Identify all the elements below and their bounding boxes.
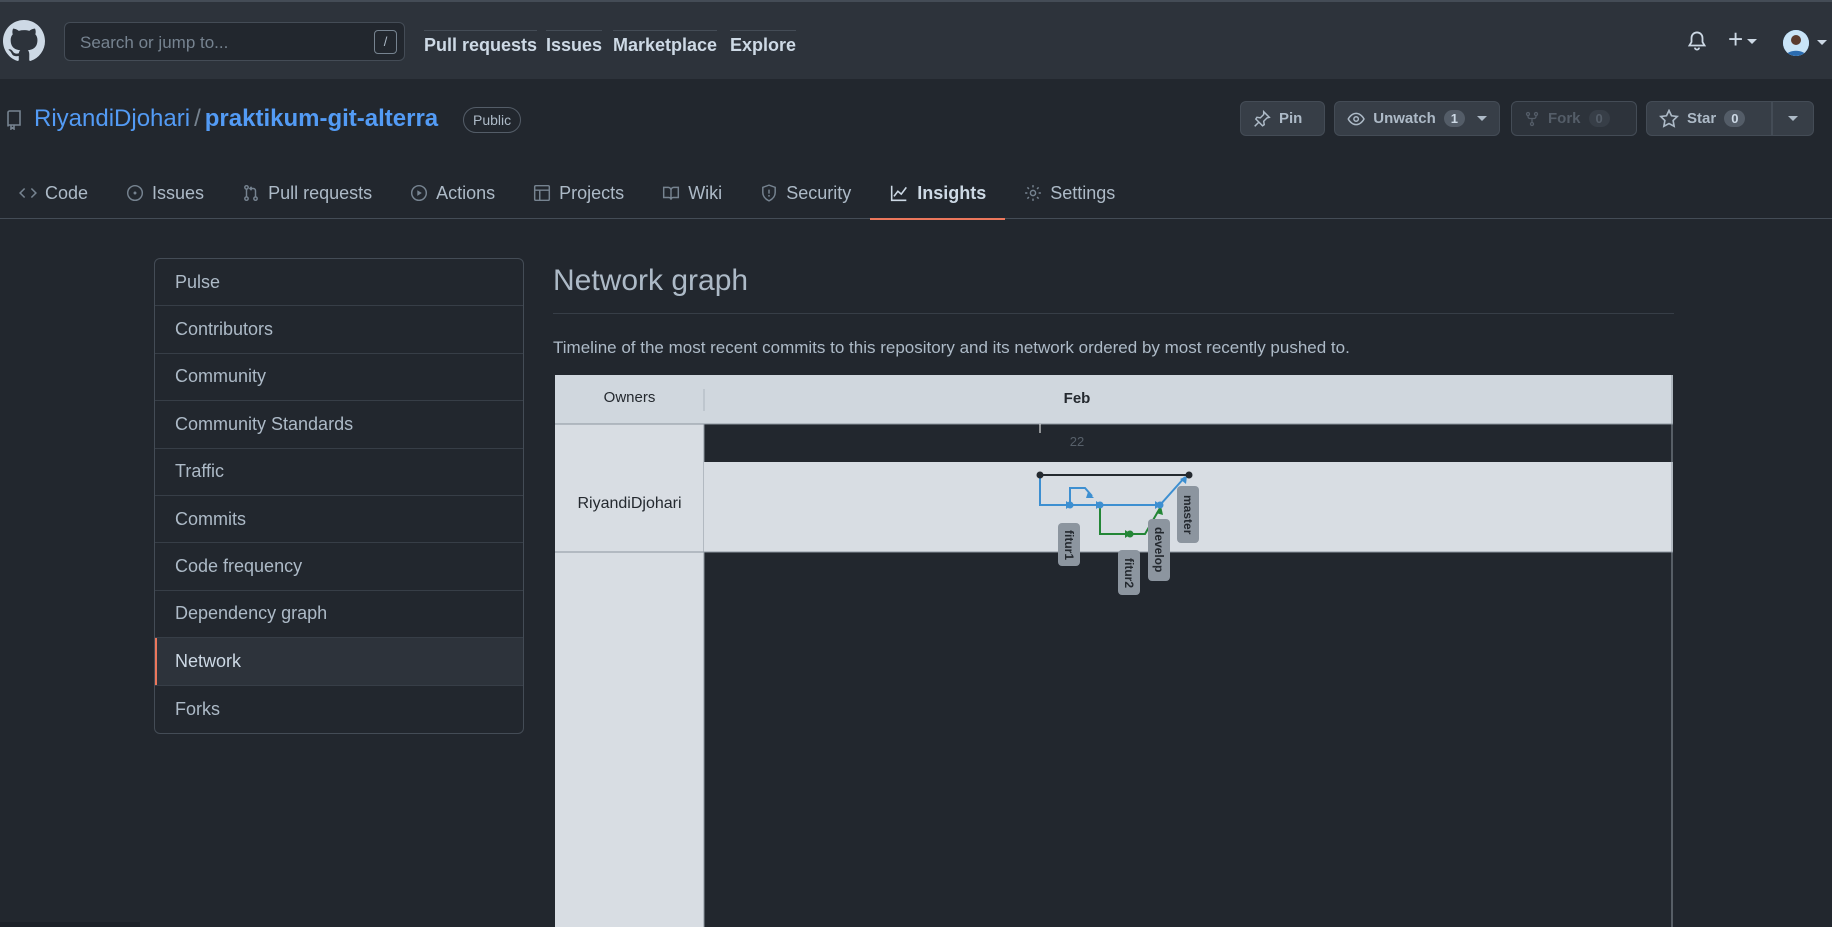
- sidebar-item-network[interactable]: Network: [155, 638, 523, 686]
- table-icon: [534, 184, 551, 202]
- pin-icon: [1254, 109, 1271, 127]
- sidebar-item-pulse[interactable]: Pulse: [155, 259, 523, 307]
- visibility-badge: Public: [463, 107, 522, 133]
- play-icon: [411, 184, 428, 202]
- search-input[interactable]: Search or jump to... /: [64, 22, 405, 61]
- tab-issues[interactable]: Issues: [107, 167, 223, 219]
- star-count: 0: [1724, 110, 1746, 127]
- global-header: Search or jump to... / Pull requests Iss…: [0, 0, 1832, 79]
- tab-code[interactable]: Code: [0, 167, 107, 219]
- nav-explore[interactable]: Explore: [730, 8, 797, 78]
- tab-wiki[interactable]: Wiki: [643, 167, 741, 219]
- commit-dot[interactable]: [1066, 501, 1074, 509]
- sidebar-item-traffic[interactable]: Traffic: [155, 449, 523, 496]
- pin-button[interactable]: Pin: [1240, 101, 1325, 136]
- caret-down-icon: [1477, 116, 1487, 121]
- repo-title: RiyandiDjohari / praktikum-git-alterra: [34, 105, 438, 133]
- avatar[interactable]: [1783, 30, 1809, 56]
- owners-label: Owners: [603, 389, 656, 406]
- page-title: Network graph: [553, 264, 749, 297]
- insights-sidebar: Pulse Contributors Community Community S…: [154, 258, 524, 734]
- search-shortcut-key: /: [374, 30, 397, 54]
- graph-icon: [891, 185, 908, 202]
- repo-forked-icon: [1525, 111, 1539, 126]
- tab-insights[interactable]: Insights: [870, 167, 1006, 220]
- tab-projects[interactable]: Projects: [514, 167, 643, 219]
- star-lists-dropdown[interactable]: [1772, 101, 1814, 136]
- sidebar-item-dependency-graph[interactable]: Dependency graph: [155, 591, 523, 639]
- git-pull-request-icon: [244, 184, 258, 202]
- nav-issues[interactable]: Issues: [546, 8, 603, 78]
- status-strip: [0, 922, 140, 927]
- search-placeholder: Search or jump to...: [80, 33, 229, 52]
- tab-security[interactable]: Security: [741, 167, 870, 219]
- owner-name[interactable]: RiyandiDjohari: [555, 495, 704, 513]
- sidebar-item-commits[interactable]: Commits: [155, 496, 523, 544]
- shield-icon: [762, 184, 777, 202]
- caret-down-icon: [1788, 116, 1798, 121]
- book-icon: [663, 186, 680, 200]
- tab-actions[interactable]: Actions: [391, 167, 514, 219]
- tab-pull-requests[interactable]: Pull requests: [223, 167, 391, 219]
- network-graph-canvas: [555, 375, 1673, 927]
- commit-dot[interactable]: [1096, 501, 1104, 509]
- sidebar-item-forks[interactable]: Forks: [155, 686, 523, 733]
- caret-down-icon: [1747, 38, 1758, 44]
- network-graph[interactable]: Owners Feb 22 RiyandiDjohari fitur1 fitu…: [555, 375, 1673, 927]
- commit-dot[interactable]: [1185, 471, 1193, 479]
- caret-down-icon[interactable]: [1817, 40, 1827, 45]
- repo-owner-link[interactable]: RiyandiDjohari: [34, 105, 190, 132]
- issue-opened-icon: [126, 184, 144, 202]
- unwatch-button[interactable]: Unwatch 1: [1334, 101, 1500, 136]
- bell-icon[interactable]: [1686, 28, 1708, 52]
- fork-button[interactable]: Fork 0: [1511, 101, 1637, 136]
- watch-count: 1: [1443, 110, 1465, 127]
- commit-dot[interactable]: [1036, 471, 1044, 479]
- code-icon: [19, 187, 37, 199]
- eye-icon: [1347, 112, 1365, 125]
- github-logo-icon[interactable]: [3, 20, 45, 62]
- sidebar-item-community[interactable]: Community: [155, 354, 523, 402]
- fork-count: 0: [1588, 110, 1610, 127]
- repo-name-link[interactable]: praktikum-git-alterra: [205, 105, 438, 132]
- branch-tag-fitur2[interactable]: fitur2: [1118, 550, 1140, 595]
- timeline-day: 22: [1069, 434, 1085, 449]
- create-new-menu[interactable]: +: [1728, 24, 1758, 55]
- plus-icon: +: [1728, 24, 1744, 54]
- nav-pull-requests[interactable]: Pull requests: [424, 8, 538, 78]
- sidebar-item-code-frequency[interactable]: Code frequency: [155, 543, 523, 591]
- branch-tag-master[interactable]: master: [1177, 486, 1199, 543]
- branch-tag-fitur1[interactable]: fitur1: [1058, 523, 1080, 566]
- sidebar-item-community-standards[interactable]: Community Standards: [155, 401, 523, 449]
- repo-header: RiyandiDjohari / praktikum-git-alterra Pub…: [0, 79, 1832, 220]
- sidebar-item-contributors[interactable]: Contributors: [155, 306, 523, 354]
- repo-separator: /: [194, 105, 201, 132]
- repo-icon: [7, 110, 21, 130]
- star-button[interactable]: Star 0: [1646, 101, 1772, 136]
- commit-dot[interactable]: [1156, 501, 1164, 509]
- branch-tag-develop[interactable]: develop: [1148, 519, 1170, 581]
- nav-marketplace[interactable]: Marketplace: [613, 8, 718, 78]
- commit-dot[interactable]: [1126, 530, 1134, 538]
- tab-settings[interactable]: Settings: [1005, 167, 1134, 219]
- gear-icon: [1025, 185, 1042, 201]
- title-divider: [553, 313, 1674, 314]
- timeline-month: Feb: [1063, 390, 1091, 407]
- repo-tabs: Code Issues Pull requests Actions Projec…: [0, 167, 1134, 220]
- star-icon: [1659, 108, 1679, 128]
- page-description: Timeline of the most recent commits to t…: [553, 338, 1350, 357]
